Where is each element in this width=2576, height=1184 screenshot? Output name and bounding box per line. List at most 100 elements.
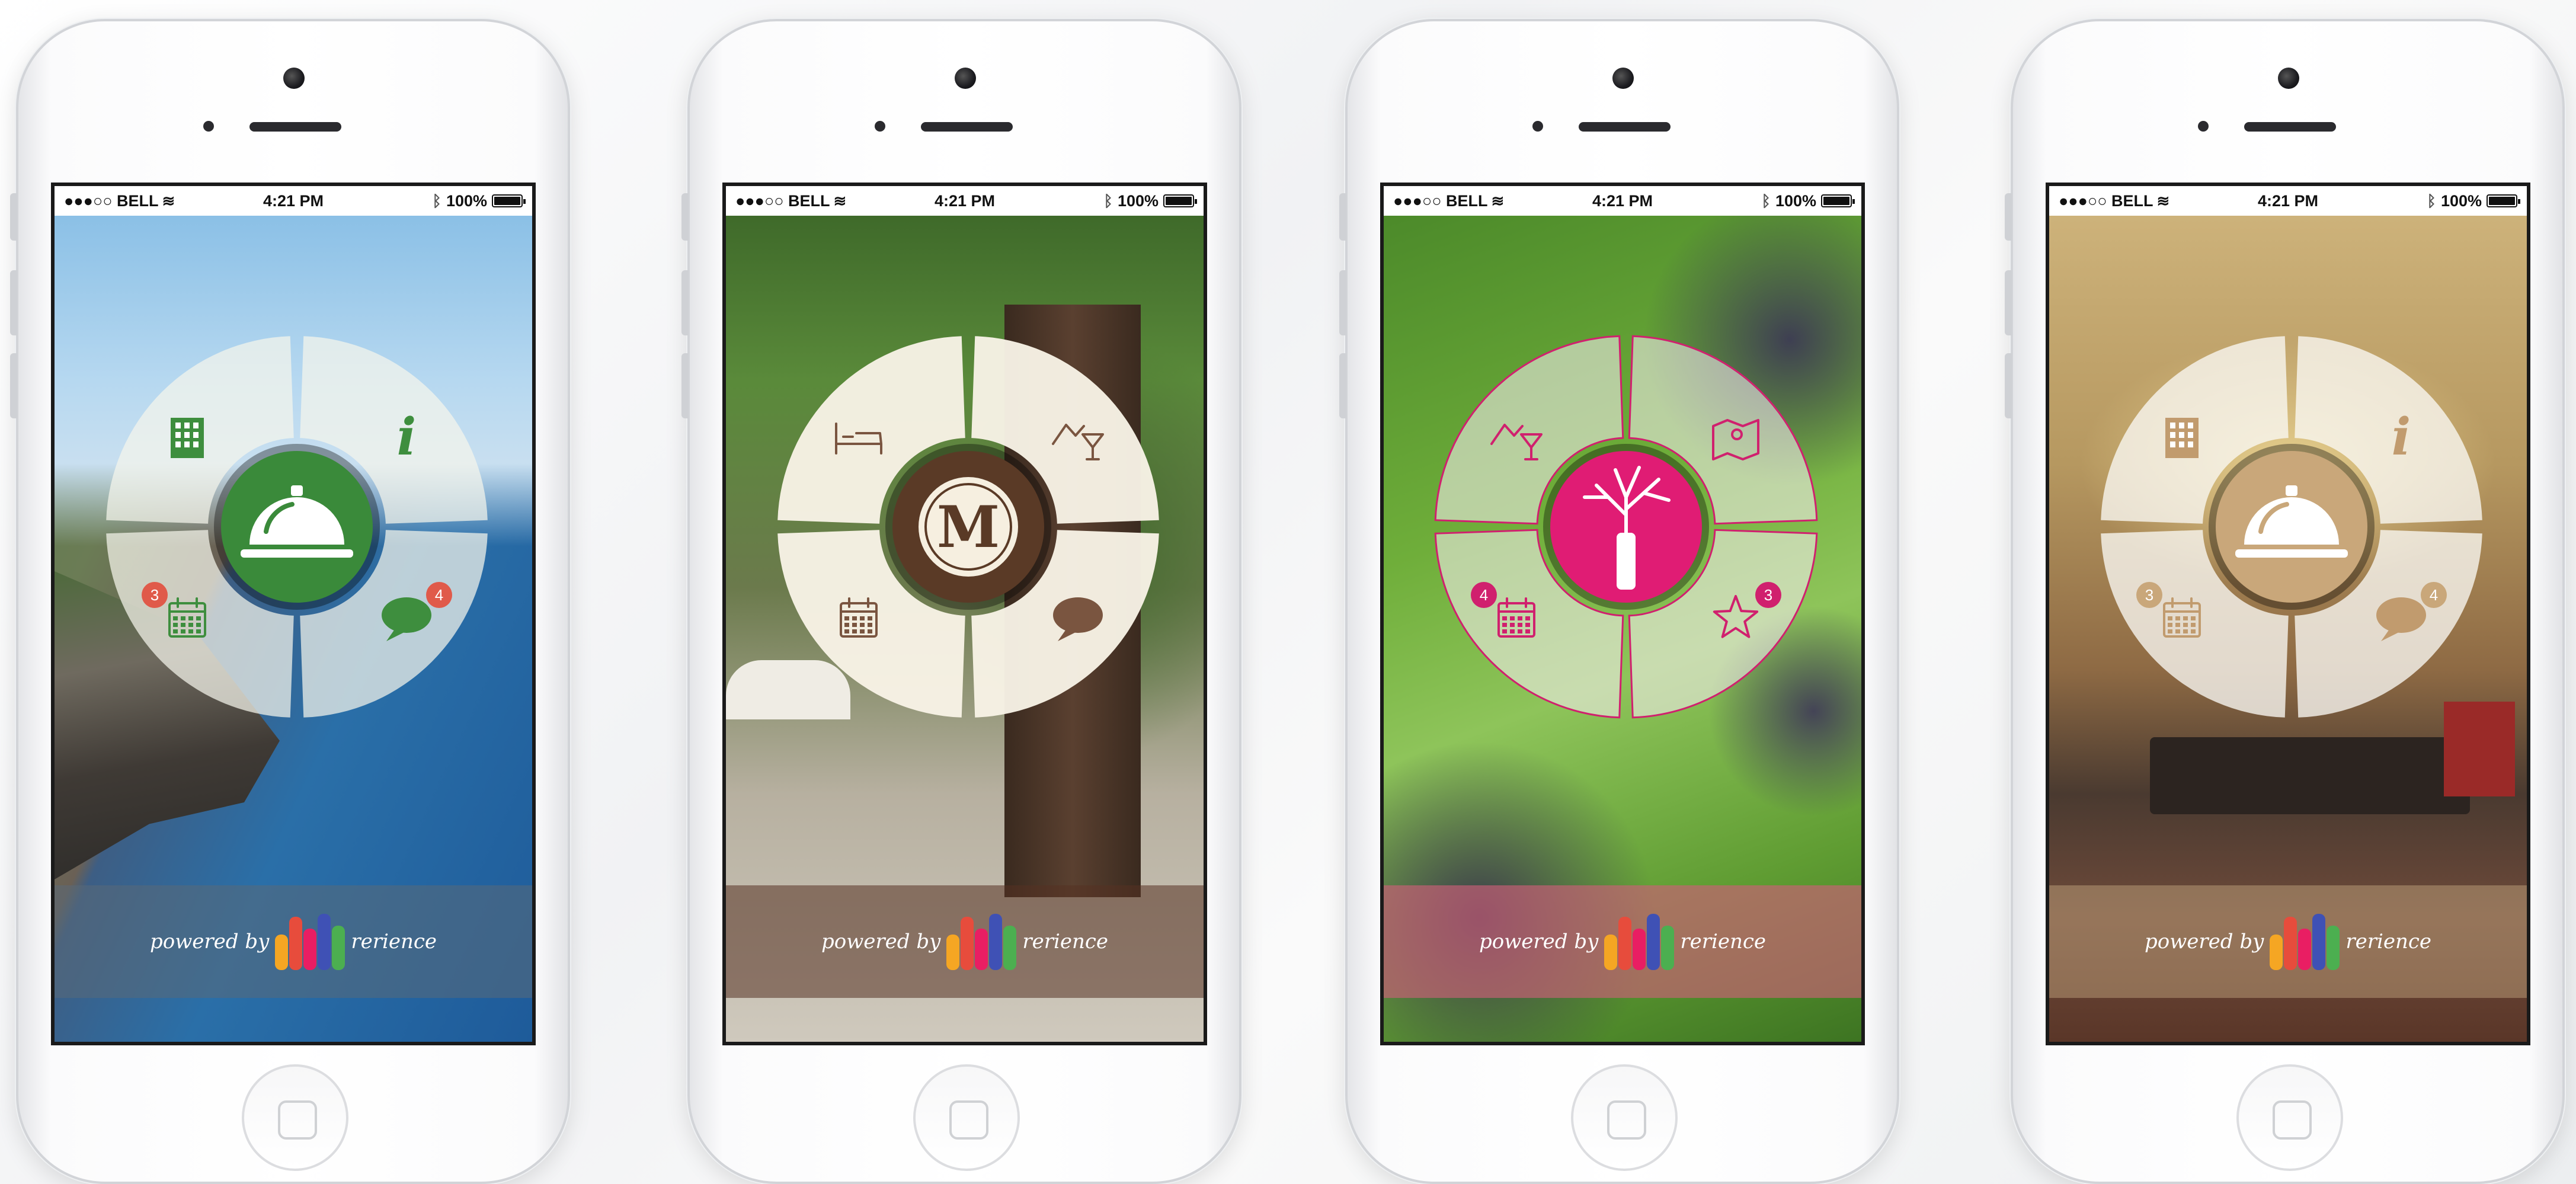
monogram-m-logo: M (919, 477, 1018, 577)
center-button[interactable]: M (885, 444, 1051, 610)
app-screen: ●●●○○ BELL ≋ 4:21 PM ᛒ 100% i 3 4 powered by… (51, 183, 536, 1045)
svg-text:i: i (397, 407, 417, 467)
brand-suffix: rerience (1680, 930, 1767, 953)
powered-by-banner: powered by rerience (726, 885, 1204, 998)
volume-up-button (681, 270, 689, 335)
battery-icon (492, 194, 526, 207)
clock: 4:21 PM (934, 191, 996, 210)
status-bar: ●●●○○ BELL ≋ 4:21 PM ᛒ 100% (726, 186, 1204, 216)
radial-menu: M (777, 336, 1159, 718)
status-bar: ●●●○○ BELL ≋ 4:21 PM ᛒ 100% (1384, 186, 1861, 216)
mute-switch (1339, 193, 1346, 241)
hotel-icon (171, 418, 204, 458)
radial-menu: 43 (1434, 335, 1818, 719)
notification-badge: 4 (2421, 582, 2447, 608)
volume-down-button (10, 353, 17, 418)
battery-label: 100% (2440, 191, 2482, 210)
badge-count: 4 (2430, 586, 2438, 604)
radial-menu: i 3 4 (2101, 336, 2482, 718)
front-camera (1612, 68, 1634, 89)
status-bar: ●●●○○ BELL ≋ 4:21 PM ᛒ 100% (55, 186, 532, 216)
info-icon: i (2392, 407, 2411, 467)
brand-suffix: rerience (2345, 930, 2432, 953)
notification-badge: 4 (426, 582, 452, 608)
home-button[interactable] (2236, 1064, 2343, 1171)
powered-by-label: powered by (1479, 930, 1599, 953)
carrier-label: ●●●○○ BELL (735, 191, 830, 210)
powered-by-banner: powered by rerience (1384, 885, 1861, 998)
battery-icon (1163, 194, 1197, 207)
clock: 4:21 PM (2257, 191, 2319, 210)
badge-count: 3 (151, 586, 159, 604)
bluetooth-icon: ᛒ (1761, 191, 1771, 210)
powered-by-banner: powered by rerience (55, 885, 532, 998)
home-button[interactable] (242, 1064, 348, 1171)
radial-menu: i 3 4 (106, 336, 488, 718)
powered-by-label: powered by (821, 930, 941, 953)
center-button[interactable] (1543, 444, 1709, 610)
guesterience-logo (946, 913, 1017, 970)
badge-count: 3 (2145, 586, 2153, 604)
earpiece-speaker (249, 122, 341, 132)
center-button[interactable] (214, 444, 380, 610)
front-camera (283, 68, 305, 89)
powered-by-label: powered by (2144, 930, 2264, 953)
center-button[interactable] (2209, 444, 2375, 610)
earpiece-speaker (1579, 122, 1671, 132)
clock: 4:21 PM (1592, 191, 1653, 210)
phone-mockup-3: ●●●○○ BELL ≋ 4:21 PM ᛒ 100% 43 powered by … (1339, 19, 1899, 1184)
bluetooth-icon: ᛒ (1103, 191, 1113, 210)
proximity-sensor (1532, 121, 1543, 132)
hotel-icon (2165, 418, 2199, 458)
badge-count: 4 (1480, 586, 1488, 604)
home-button[interactable] (1571, 1064, 1678, 1171)
phone-mockup-1: ●●●○○ BELL ≋ 4:21 PM ᛒ 100% i 3 4 powered by… (10, 19, 570, 1184)
volume-up-button (1339, 270, 1346, 335)
info-icon: i (397, 407, 417, 467)
carrier-label: ●●●○○ BELL (2059, 191, 2153, 210)
front-camera (955, 68, 976, 89)
battery-icon (2487, 194, 2520, 207)
clock: 4:21 PM (263, 191, 324, 210)
battery-label: 100% (1117, 191, 1159, 210)
battery-label: 100% (1775, 191, 1816, 210)
carrier-label: ●●●○○ BELL (1393, 191, 1488, 210)
volume-up-button (10, 270, 17, 335)
carrier-label: ●●●○○ BELL (64, 191, 159, 210)
guesterience-logo (275, 913, 345, 970)
table-shape (2150, 737, 2470, 814)
status-bar: ●●●○○ BELL ≋ 4:21 PM ᛒ 100% (2049, 186, 2527, 216)
battery-icon (1821, 194, 1855, 207)
mute-switch (10, 193, 17, 241)
badge-count: 3 (1764, 586, 1772, 604)
earpiece-speaker (2244, 122, 2336, 132)
volume-down-button (681, 353, 689, 418)
notification-badge: 3 (2136, 582, 2162, 608)
guesterience-logo (2270, 913, 2340, 970)
phone-mockup-2: ●●●○○ BELL ≋ 4:21 PM ᛒ 100% M powered by r… (681, 19, 1241, 1184)
monogram-letter: M (937, 494, 1000, 561)
volume-up-button (2005, 270, 2012, 335)
home-button[interactable] (913, 1064, 1020, 1171)
svg-text:i: i (2392, 407, 2411, 467)
wifi-icon: ≋ (833, 191, 847, 210)
earpiece-speaker (921, 122, 1013, 132)
proximity-sensor (203, 121, 214, 132)
guesterience-logo (1604, 913, 1675, 970)
proximity-sensor (2198, 121, 2209, 132)
brand-suffix: rerience (351, 930, 437, 953)
powered-by-label: powered by (149, 930, 270, 953)
volume-down-button (1339, 353, 1346, 418)
powered-by-banner: powered by rerience (2049, 885, 2527, 998)
notification-badge: 3 (1755, 582, 1781, 608)
wifi-icon: ≋ (2156, 191, 2170, 210)
notification-badge: 3 (142, 582, 168, 608)
notification-badge: 4 (1471, 582, 1497, 608)
app-screen: ●●●○○ BELL ≋ 4:21 PM ᛒ 100% 43 powered by … (1380, 183, 1865, 1045)
battery-label: 100% (446, 191, 487, 210)
brand-suffix: rerience (1022, 930, 1109, 953)
bluetooth-icon: ᛒ (2427, 191, 2436, 210)
mute-switch (681, 193, 689, 241)
front-camera (2278, 68, 2299, 89)
badge-count: 4 (435, 586, 443, 604)
